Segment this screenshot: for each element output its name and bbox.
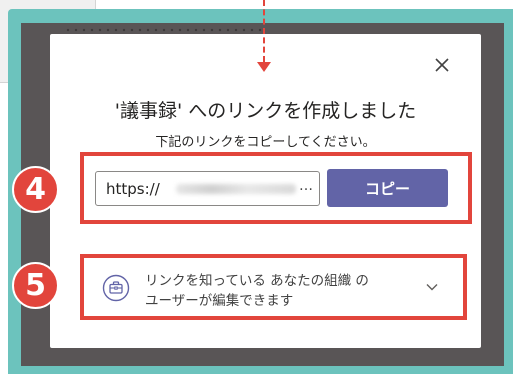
dialog-subtitle: 下記のリンクをコピーしてください。 (155, 135, 376, 150)
close-icon[interactable] (431, 54, 453, 76)
link-url-redacted (176, 184, 296, 194)
annotation-arrow-line (263, 0, 265, 62)
copy-button[interactable]: コピー (327, 169, 448, 207)
permission-text-line1: リンクを知っている あなたの組織 の (145, 273, 369, 289)
dialog-title: '議事録' へのリンクを作成しました (114, 100, 417, 122)
link-url-field[interactable]: https:// … (95, 171, 320, 206)
permission-text-line2: ユーザーが編集できます (145, 293, 294, 309)
briefcase-icon (102, 274, 130, 302)
chevron-down-icon (426, 284, 438, 291)
step-4-badge: 4 (12, 166, 59, 213)
link-url-ellipsis: … (299, 178, 313, 194)
backdrop-texture (64, 28, 264, 32)
link-url-text: https:// (106, 180, 160, 198)
link-permission-selector[interactable]: リンクを知っている あなたの組織 の ユーザーが編集できます (92, 262, 457, 314)
step-5-badge: 5 (12, 262, 59, 309)
annotation-arrow-head (257, 62, 271, 72)
